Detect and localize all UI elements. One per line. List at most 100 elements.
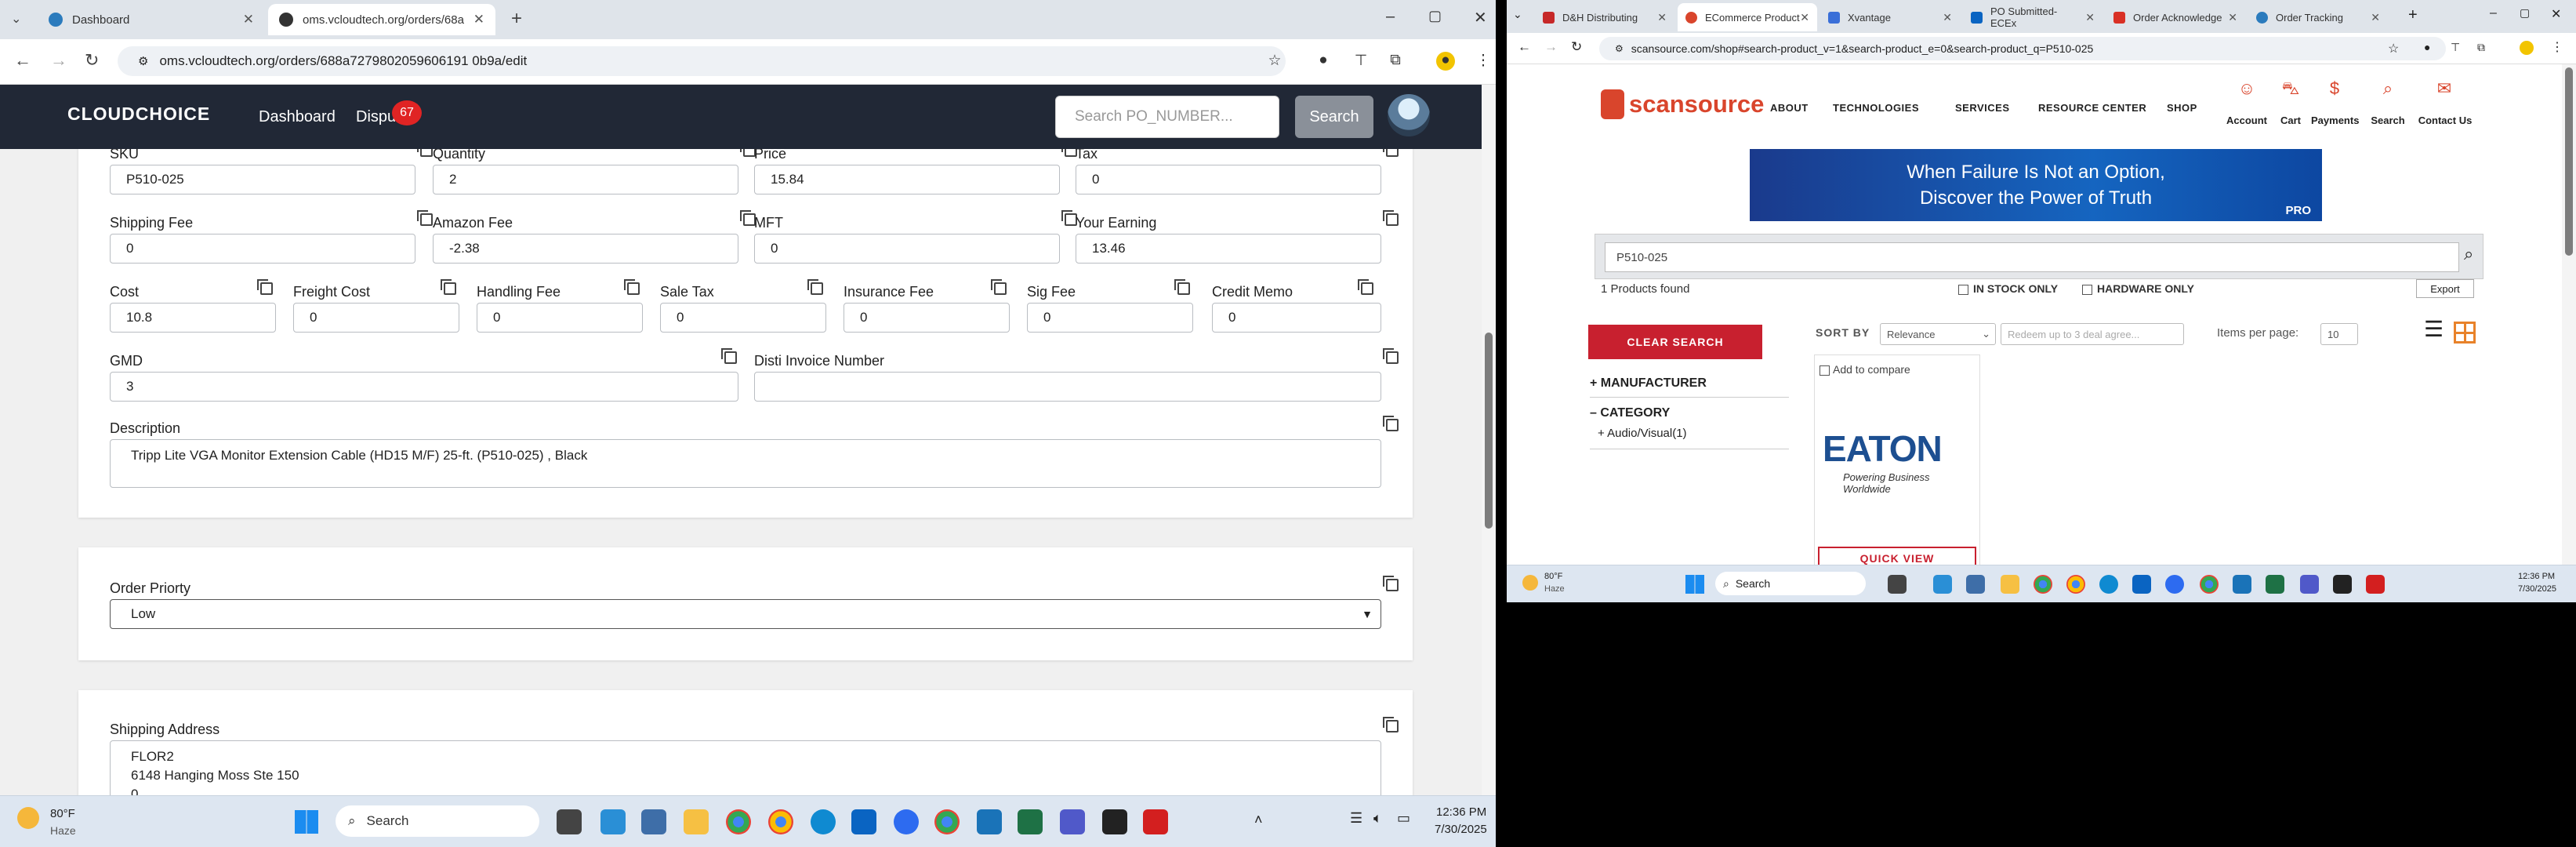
file-explorer-icon[interactable] — [684, 809, 709, 834]
your-earning-field[interactable]: 13.46 — [1076, 234, 1381, 264]
amazon-fee-field[interactable]: -2.38 — [433, 234, 738, 264]
close-tab-icon[interactable]: ✕ — [1943, 11, 1952, 24]
profile-icon[interactable]: ● — [1436, 52, 1455, 71]
page-scrollbar[interactable] — [1482, 85, 1496, 795]
tab-search-icon[interactable]: ⌄ — [1513, 8, 1522, 21]
deal-input[interactable]: Redeem up to 3 deal agree... — [2001, 323, 2184, 345]
copy-icon[interactable] — [1383, 348, 1399, 364]
contact-link[interactable]: Contact Us — [2416, 115, 2474, 126]
tab-order-tracking[interactable]: Order Tracking ✕ — [2248, 3, 2388, 31]
scansource-logo[interactable]: scansource — [1601, 89, 1764, 119]
shipping-fee-field[interactable]: 0 — [110, 234, 415, 264]
copy-icon[interactable] — [1383, 717, 1399, 732]
clock-date[interactable]: 7/30/2025 — [2518, 584, 2556, 594]
clock-time[interactable]: 12:36 PM — [1436, 805, 1486, 819]
puzzle-extension-icon[interactable]: ⧉ — [1386, 52, 1405, 71]
app-logo[interactable]: CLOUDCHOICE — [67, 104, 210, 125]
insurance-fee-field[interactable]: 0 — [844, 303, 1010, 333]
nav-resource-center[interactable]: RESOURCE CENTER — [2038, 102, 2146, 114]
tab-ecommerce[interactable]: ECommerce Product ✕ — [1678, 3, 1817, 31]
search-button[interactable]: Search — [1295, 96, 1373, 138]
category-facet[interactable]: – CATEGORY — [1590, 406, 1670, 420]
category-item-audio-visual[interactable]: + Audio/Visual(1) — [1598, 427, 1687, 440]
price-field[interactable]: 15.84 — [754, 165, 1060, 194]
file-explorer-icon[interactable] — [2001, 575, 2019, 594]
close-tab-icon[interactable]: ✕ — [2371, 11, 2380, 24]
copy-icon[interactable] — [441, 279, 456, 295]
teams-icon[interactable] — [2300, 575, 2319, 594]
cost-field[interactable]: 10.8 — [110, 303, 276, 333]
excel-icon[interactable] — [2266, 575, 2284, 594]
nav-about[interactable]: ABOUT — [1770, 102, 1809, 114]
nav-disputes[interactable]: Dispu — [356, 108, 396, 126]
acrobat-icon[interactable] — [1143, 809, 1168, 834]
copy-icon[interactable] — [991, 279, 1007, 295]
chrome-icon[interactable] — [934, 809, 960, 834]
calculator-icon[interactable] — [641, 809, 666, 834]
close-window-button[interactable]: ✕ — [2551, 6, 2561, 22]
tab-order-edit[interactable]: oms.vcloudtech.org/orders/68a ✕ — [268, 4, 495, 35]
add-to-compare[interactable]: Add to compare — [1820, 363, 1910, 376]
close-tab-icon[interactable]: ✕ — [2085, 11, 2095, 24]
scrollbar-thumb[interactable] — [1485, 333, 1493, 529]
chrome-icon[interactable] — [2034, 575, 2052, 594]
user-icon[interactable]: ☺ — [2223, 78, 2270, 99]
volume-icon[interactable]: 🔈︎ — [1373, 810, 1382, 827]
checkbox[interactable] — [2082, 284, 2092, 295]
windows-start-icon[interactable] — [295, 810, 318, 834]
chat-icon[interactable]: ✉ — [2421, 78, 2468, 99]
dollar-icon[interactable]: $ — [2311, 78, 2358, 99]
copy-icon[interactable] — [417, 149, 433, 157]
extension-icon[interactable]: ⊤ — [1351, 52, 1370, 71]
chrome-icon[interactable] — [726, 809, 751, 834]
checkbox[interactable] — [1820, 365, 1830, 376]
page-scrollbar[interactable] — [2562, 64, 2576, 565]
sku-field[interactable]: P510-025 — [110, 165, 415, 194]
copy-icon[interactable] — [257, 279, 273, 295]
chrome-icon[interactable] — [2066, 575, 2085, 594]
site-info-icon[interactable]: ⚙ — [138, 54, 148, 68]
search-icon[interactable]: ⌕ — [2364, 78, 2411, 99]
shipping-address-textarea[interactable]: FLOR2 6148 Hanging Moss Ste 150 0 — [110, 740, 1381, 795]
site-info-icon[interactable]: ⚙ — [1615, 43, 1624, 54]
wifi-icon[interactable]: ☰ — [1350, 810, 1362, 827]
tab-dh[interactable]: D&H Distributing ✕ — [1535, 3, 1674, 31]
search-icon[interactable]: ⌕ — [2464, 244, 2473, 264]
freight-cost-field[interactable]: 0 — [293, 303, 459, 333]
copy-icon[interactable] — [1383, 210, 1399, 226]
copy-icon[interactable] — [721, 348, 737, 364]
app-icon[interactable] — [977, 809, 1002, 834]
bookmark-star-icon[interactable]: ☆ — [2388, 41, 2399, 56]
copy-icon[interactable] — [1383, 149, 1399, 157]
tab-xvantage[interactable]: Xvantage ✕ — [1820, 3, 1960, 31]
order-priority-select[interactable]: Low ▼ — [110, 599, 1381, 629]
grid-view-icon[interactable] — [2454, 322, 2476, 344]
app-icon[interactable] — [1933, 575, 1952, 594]
close-tab-icon[interactable]: ✕ — [1657, 11, 1667, 24]
nav-services[interactable]: SERVICES — [1955, 102, 2010, 114]
task-view-icon[interactable] — [1888, 575, 1907, 594]
nav-dashboard[interactable]: Dashboard — [259, 108, 336, 126]
windows-start-icon[interactable] — [1685, 575, 1704, 594]
cart-link[interactable]: Cart — [2267, 115, 2314, 126]
nav-shop[interactable]: SHOP — [2167, 102, 2197, 114]
app-icon[interactable] — [2333, 575, 2352, 594]
forward-icon[interactable]: → — [1544, 39, 1558, 55]
clock-date[interactable]: 7/30/2025 — [1435, 823, 1487, 836]
extension-icon[interactable]: ⊤ — [2451, 41, 2460, 54]
nav-technologies[interactable]: TECHNOLOGIES — [1833, 102, 1919, 114]
promo-banner[interactable]: When Failure Is Not an Option, Discover … — [1750, 149, 2322, 221]
po-search-input[interactable]: Search PO_NUMBER... — [1055, 96, 1279, 138]
close-window-button[interactable]: ✕ — [1474, 8, 1487, 27]
copy-icon[interactable] — [417, 210, 433, 226]
weather-icon[interactable] — [1522, 575, 1538, 591]
in-stock-filter[interactable]: IN STOCK ONLY — [1958, 282, 2058, 295]
copy-icon[interactable] — [807, 279, 823, 295]
clock-time[interactable]: 12:36 PM — [2518, 572, 2555, 581]
calculator-icon[interactable] — [1966, 575, 1985, 594]
close-tab-icon[interactable]: ✕ — [243, 12, 254, 27]
minimize-button[interactable]: – — [1386, 8, 1395, 26]
product-search-input[interactable]: P510-025 — [1605, 242, 2459, 272]
bookmark-star-icon[interactable]: ☆ — [1265, 52, 1284, 71]
forward-icon[interactable]: → — [50, 50, 67, 71]
